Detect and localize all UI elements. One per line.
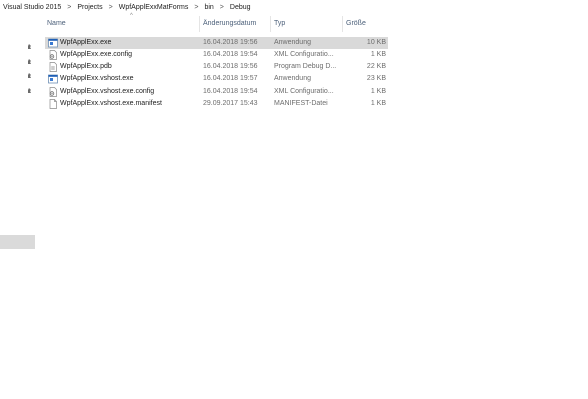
- breadcrumb-item-bin[interactable]: bin: [201, 4, 216, 11]
- file-name: WpfApplExx.vshost.exe.config: [60, 88, 155, 95]
- column-divider[interactable]: [342, 16, 343, 32]
- pin-icon[interactable]: [25, 88, 33, 96]
- file-name: WpfApplExx.exe: [60, 39, 112, 46]
- file-date: 16.04.2018 19:56: [203, 63, 258, 70]
- file-date: 16.04.2018 19:57: [203, 75, 258, 82]
- column-headers: ^ Name Änderungsdatum Typ Größe: [44, 13, 388, 32]
- file-row[interactable]: WpfApplExx.pdb 16.04.2018 19:56 Program De…: [45, 61, 388, 73]
- column-divider[interactable]: [199, 16, 200, 32]
- file-date: 29.09.2017 15:43: [203, 100, 258, 107]
- file-size: 22 KB: [366, 63, 386, 70]
- file-date: 16.04.2018 19:54: [203, 51, 258, 58]
- file-size: 1 KB: [370, 100, 386, 107]
- file-type: Program Debug D...: [274, 63, 337, 70]
- nav-selected-item[interactable]: [0, 235, 35, 249]
- breadcrumb-separator-icon: >: [219, 3, 224, 11]
- column-divider[interactable]: [270, 16, 271, 32]
- file-row[interactable]: WpfApplExx.vshost.exe.manifest 29.09.2017…: [45, 98, 388, 110]
- file-size: 1 KB: [370, 51, 386, 58]
- breadcrumb-separator-icon: >: [108, 3, 113, 11]
- navigation-pane: [0, 14, 36, 399]
- column-header-type[interactable]: Typ: [274, 20, 285, 27]
- file-name: WpfApplExx.exe.config: [60, 51, 132, 58]
- pin-icon[interactable]: [25, 59, 33, 67]
- config-icon: [48, 87, 58, 97]
- breadcrumb: Visual Studio 2015 > Projects > WpfApplE…: [0, 0, 588, 14]
- file-name: WpfApplExx.vshost.exe: [60, 75, 134, 82]
- breadcrumb-item-debug[interactable]: Debug: [227, 4, 254, 11]
- breadcrumb-item-project[interactable]: WpfApplExxMatForms: [116, 4, 192, 11]
- file-row[interactable]: WpfApplExx.vshost.exe 16.04.2018 19:57 Anw…: [45, 73, 388, 85]
- file-size: 10 KB: [366, 39, 386, 46]
- config-icon: [48, 50, 58, 60]
- file-type: Anwendung: [274, 75, 311, 82]
- pin-icon[interactable]: [25, 44, 33, 52]
- breadcrumb-separator-icon: >: [194, 3, 199, 11]
- file-size: 23 KB: [366, 75, 386, 82]
- file-row[interactable]: WpfApplExx.exe 16.04.2018 19:56 Anwendung 1…: [45, 37, 388, 49]
- file-type: Anwendung: [274, 39, 311, 46]
- exe-icon: [48, 38, 58, 48]
- file-name: WpfApplExx.pdb: [60, 63, 112, 70]
- file-type: XML Configuratio...: [274, 88, 334, 95]
- file-size: 1 KB: [370, 88, 386, 95]
- file-row[interactable]: WpfApplExx.vshost.exe.config 16.04.2018 1…: [45, 86, 388, 98]
- exe-icon: [48, 74, 58, 84]
- file-icon: [48, 99, 58, 109]
- column-header-name[interactable]: Name: [47, 20, 66, 27]
- breadcrumb-separator-icon: >: [67, 3, 72, 11]
- column-header-date[interactable]: Änderungsdatum: [203, 20, 256, 27]
- column-header-size[interactable]: Größe: [346, 20, 366, 27]
- breadcrumb-item-visual-studio[interactable]: Visual Studio 2015: [0, 4, 64, 11]
- sort-ascending-icon: ^: [130, 13, 133, 19]
- file-type: XML Configuratio...: [274, 51, 334, 58]
- breadcrumb-item-projects[interactable]: Projects: [74, 4, 105, 11]
- file-date: 16.04.2018 19:54: [203, 88, 258, 95]
- pin-icon[interactable]: [25, 73, 33, 81]
- file-name: WpfApplExx.vshost.exe.manifest: [60, 100, 162, 107]
- pdb-icon: [48, 62, 58, 72]
- file-date: 16.04.2018 19:56: [203, 39, 258, 46]
- file-type: MANIFEST-Datei: [274, 100, 328, 107]
- file-row[interactable]: WpfApplExx.exe.config 16.04.2018 19:54 XML…: [45, 49, 388, 61]
